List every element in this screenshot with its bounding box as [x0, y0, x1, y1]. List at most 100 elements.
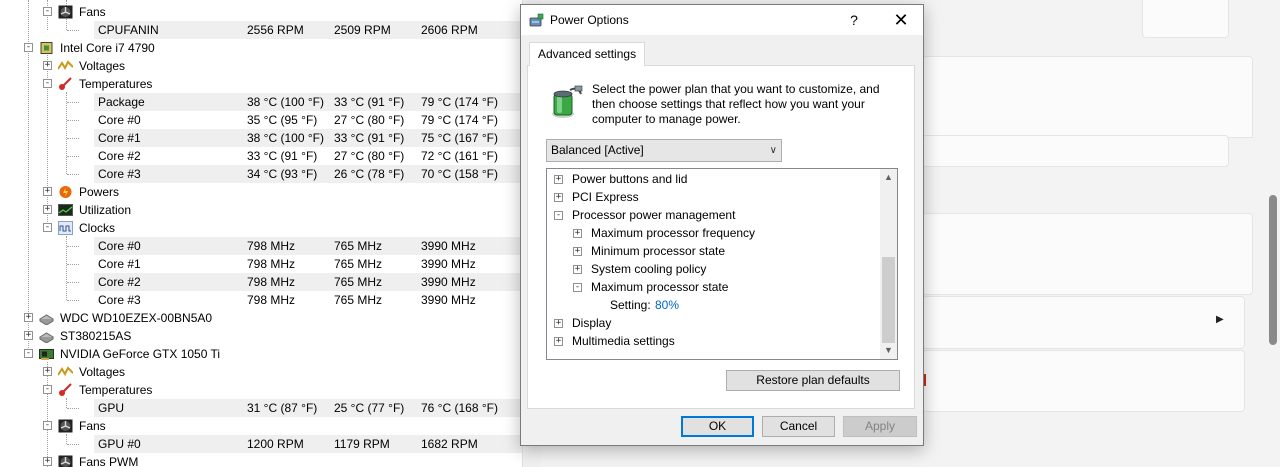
collapse-toggle[interactable]: - [43, 385, 52, 394]
tree-label: Fans PWM [79, 455, 139, 467]
setting-value-row[interactable]: Setting: 80% [547, 296, 877, 314]
tree-node[interactable]: + Utilization [0, 201, 522, 219]
sensor-row[interactable]: Core #0 798 MHz 765 MHz 3990 MHz [0, 237, 522, 255]
sensor-row[interactable]: Core #1 38 °C (100 °F) 33 °C (91 °F) 75 °C … [0, 129, 522, 147]
tree-node[interactable]: - Intel Core i7 4790 [0, 39, 522, 57]
sensor-row[interactable]: CPUFANIN 2556 RPM 2509 RPM 2606 RPM [0, 21, 522, 39]
tree-label: Core #3 [98, 167, 141, 181]
value-max: 75 °C (167 °F) [421, 131, 498, 145]
ok-button[interactable]: OK [681, 416, 754, 437]
dialog-titlebar: Power Options ? ✕ [521, 5, 923, 35]
power-setting-node[interactable]: + Minimum processor state [547, 242, 877, 260]
power-setting-node[interactable]: + Multimedia settings [547, 332, 877, 350]
tree-node[interactable]: + Fans PWM [0, 453, 522, 467]
tree-label: Core #2 [98, 275, 141, 289]
tree-node[interactable]: - Clocks [0, 219, 522, 237]
expand-toggle[interactable]: + [43, 187, 52, 196]
expand-toggle[interactable]: + [43, 367, 52, 376]
value-min: 1179 RPM [334, 437, 390, 451]
expand-toggle[interactable]: + [573, 247, 582, 256]
power-setting-node[interactable]: - Processor power management [547, 206, 877, 224]
setting-value-link[interactable]: 80% [655, 296, 679, 314]
expand-toggle[interactable]: + [573, 265, 582, 274]
power-options-dialog: Power Options ? ✕ Advanced settings Sele… [520, 4, 924, 446]
collapse-toggle[interactable]: - [43, 421, 52, 430]
collapse-toggle[interactable]: - [573, 283, 582, 292]
expand-toggle[interactable]: + [24, 313, 33, 322]
settings-card-expandable[interactable] [922, 296, 1245, 349]
sensor-row[interactable]: GPU #0 1200 RPM 1179 RPM 1682 RPM [0, 435, 522, 453]
restore-plan-defaults-button[interactable]: Restore plan defaults [726, 370, 900, 391]
power-setting-node[interactable]: + System cooling policy [547, 260, 877, 278]
expand-toggle[interactable]: + [554, 175, 563, 184]
power-setting-node[interactable]: + Maximum processor frequency [547, 224, 877, 242]
tree-scroll-thumb[interactable] [882, 257, 895, 343]
power-setting-node[interactable]: + Display [547, 314, 877, 332]
tree-node[interactable]: - Fans [0, 3, 522, 21]
scroll-down-arrow-icon[interactable]: ▼ [880, 342, 897, 359]
power-setting-label: Setting: [610, 298, 651, 312]
collapse-toggle[interactable]: - [24, 43, 33, 52]
collapse-toggle[interactable]: - [43, 223, 52, 232]
collapse-toggle[interactable]: - [43, 7, 52, 16]
sensor-row[interactable]: Core #3 34 °C (93 °F) 26 °C (78 °F) 70 °C (… [0, 165, 522, 183]
expand-toggle[interactable]: + [573, 229, 582, 238]
expand-toggle[interactable]: + [43, 61, 52, 70]
expand-toggle[interactable]: + [554, 319, 563, 328]
power-plan-select[interactable]: Balanced [Active] ∨ [546, 139, 782, 162]
voltage-icon [57, 59, 74, 73]
expand-toggle[interactable]: + [554, 193, 563, 202]
tree-scrollbar[interactable]: ▲ ▼ [880, 169, 897, 359]
cancel-button[interactable]: Cancel [762, 416, 835, 437]
power-setting-node[interactable]: + Power buttons and lid [547, 170, 877, 188]
thermometer-icon [58, 383, 73, 397]
chevron-right-icon[interactable]: ▶ [1216, 314, 1224, 325]
tree-label: Voltages [79, 365, 126, 379]
sensor-row[interactable]: Core #2 33 °C (91 °F) 27 °C (80 °F) 72 °C (… [0, 147, 522, 165]
settings-field[interactable] [922, 135, 1229, 167]
settings-scroll-thumb[interactable] [1269, 195, 1277, 345]
expand-toggle[interactable]: + [43, 205, 52, 214]
tree-node[interactable]: - Fans [0, 417, 522, 435]
tree-node[interactable]: + Powers [0, 183, 522, 201]
expand-toggle[interactable]: + [24, 331, 33, 340]
expand-toggle[interactable]: + [554, 337, 563, 346]
tree-node[interactable]: + Voltages [0, 57, 522, 75]
sensor-row[interactable]: Core #0 35 °C (95 °F) 27 °C (80 °F) 79 °C (… [0, 111, 522, 129]
help-button[interactable]: ? [839, 5, 869, 35]
apply-button[interactable]: Apply [843, 416, 917, 437]
power-setting-label: PCI Express [572, 190, 639, 204]
scroll-up-arrow-icon[interactable]: ▲ [880, 169, 897, 186]
tree-node[interactable]: - Temperatures [0, 381, 522, 399]
power-setting-node[interactable]: - Maximum processor state [547, 278, 877, 296]
sensor-row[interactable]: Core #1 798 MHz 765 MHz 3990 MHz [0, 255, 522, 273]
power-settings-tree[interactable]: + Power buttons and lid + PCI Express - Proce… [546, 168, 898, 360]
tab-advanced-settings[interactable]: Advanced settings [529, 42, 646, 66]
fan-icon [58, 419, 73, 433]
power-setting-label: Maximum processor frequency [591, 226, 756, 240]
settings-scrollbar[interactable] [1266, 0, 1280, 467]
tree-guide-line [67, 246, 79, 247]
hardware-monitor-tree: - Fans CPUFANIN 2556 RPM 2509 RPM 2606 RPM - In… [0, 0, 522, 467]
sensor-row[interactable]: Core #3 798 MHz 765 MHz 3990 MHz [0, 291, 522, 309]
tree-guide-line [67, 408, 79, 409]
value-current: 34 °C (93 °F) [247, 167, 318, 181]
tree-node[interactable]: + ST380215AS [0, 327, 522, 345]
power-setting-node[interactable]: + PCI Express [547, 188, 877, 206]
sensor-row[interactable]: Package 38 °C (100 °F) 33 °C (91 °F) 79 °C … [0, 93, 522, 111]
collapse-toggle[interactable]: - [43, 79, 52, 88]
close-button[interactable]: ✕ [886, 5, 916, 35]
sensor-row[interactable]: GPU 31 °C (87 °F) 25 °C (77 °F) 76 °C (168 … [0, 399, 522, 417]
tree-guide-line [67, 282, 79, 283]
tree-node[interactable]: + WDC WD10EZEX-00BN5A0 [0, 309, 522, 327]
value-current: 798 MHz [247, 257, 296, 271]
power-setting-label: Processor power management [572, 208, 736, 222]
cpu-icon [39, 41, 54, 55]
collapse-toggle[interactable]: - [24, 349, 33, 358]
tree-node[interactable]: + Voltages [0, 363, 522, 381]
tree-node[interactable]: - Temperatures [0, 75, 522, 93]
expand-toggle[interactable]: + [43, 457, 52, 466]
tree-node[interactable]: - NVIDIA GeForce GTX 1050 Ti [0, 345, 522, 363]
collapse-toggle[interactable]: - [554, 211, 563, 220]
sensor-row[interactable]: Core #2 798 MHz 765 MHz 3990 MHz [0, 273, 522, 291]
